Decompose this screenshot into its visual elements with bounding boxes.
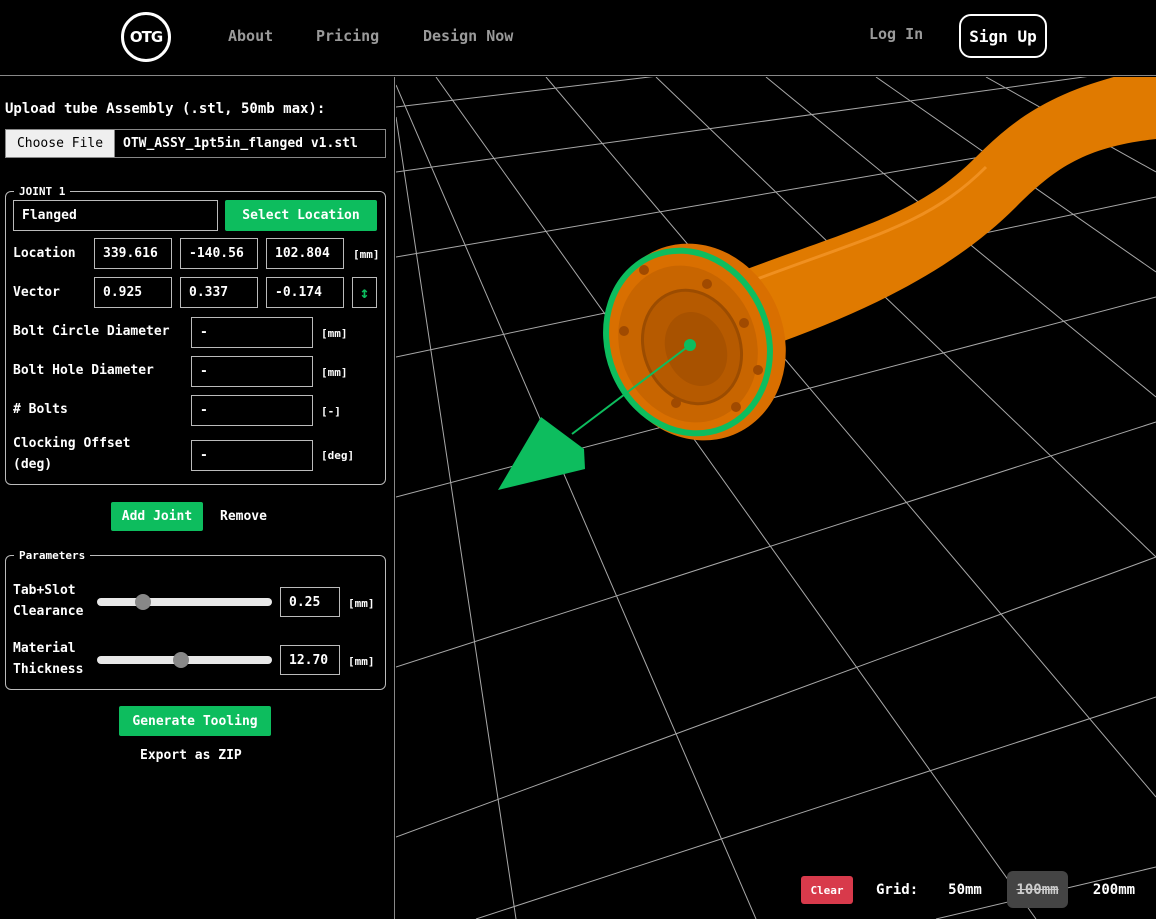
clearance-input[interactable]: 0.25 <box>280 587 340 617</box>
clearance-unit: [mm] <box>348 597 375 610</box>
location-unit: [mm] <box>353 248 380 261</box>
joint-type-select[interactable]: Flanged <box>13 200 218 231</box>
bolt-hole-label: Bolt Hole Diameter <box>13 363 154 378</box>
vector-y-input[interactable]: 0.337 <box>180 277 258 308</box>
clearance-slider[interactable] <box>97 594 272 610</box>
file-name: OTW_ASSY_1pt5in_flanged v1.stl <box>123 136 358 151</box>
grid-option-100mm[interactable]: 100mm <box>1007 871 1068 908</box>
location-label: Location <box>13 246 76 261</box>
upload-label: Upload tube Assembly (.stl, 50mb max): <box>5 101 326 117</box>
clearance-label: Tab+Slot <box>13 583 76 598</box>
clearance-label-2: Clearance <box>13 604 84 619</box>
thickness-label: Material <box>13 641 76 656</box>
parameters-legend: Parameters <box>19 549 86 562</box>
thickness-label-2: Thickness <box>13 662 84 677</box>
up-down-arrow-icon[interactable]: ↕ <box>352 277 377 308</box>
otg-logo[interactable]: OTG <box>121 12 171 62</box>
top-nav-bar: OTG About Pricing Design Now Log In Sign… <box>0 0 1156 76</box>
export-zip-link[interactable]: Export as ZIP <box>140 748 242 763</box>
clear-button[interactable]: Clear <box>801 876 853 904</box>
tube-model[interactable] <box>577 77 1156 468</box>
bolt-hole-unit: [mm] <box>321 366 348 379</box>
bolt-hole-input[interactable]: - <box>191 356 313 387</box>
nav-design-now[interactable]: Design Now <box>423 27 513 45</box>
grid-lines <box>396 77 1156 919</box>
bolts-unit: [-] <box>321 405 341 418</box>
vector-label: Vector <box>13 285 60 300</box>
grid-label: Grid: <box>876 882 919 898</box>
clocking-label: Clocking Offset <box>13 436 131 451</box>
add-joint-button[interactable]: Add Joint <box>111 502 203 531</box>
signup-button[interactable]: Sign Up <box>959 14 1047 58</box>
nav-about[interactable]: About <box>228 27 273 45</box>
thickness-input[interactable]: 12.70 <box>280 645 340 675</box>
bolts-label: # Bolts <box>13 402 68 417</box>
sidebar-panel: Upload tube Assembly (.stl, 50mb max): C… <box>0 77 395 919</box>
clocking-label-unit: (deg) <box>13 457 53 472</box>
clocking-unit: [deg] <box>321 449 355 462</box>
thickness-unit: [mm] <box>348 655 375 668</box>
bolt-circle-unit: [mm] <box>321 327 348 340</box>
scene-canvas[interactable] <box>396 77 1156 919</box>
bolt-circle-input[interactable]: - <box>191 317 313 348</box>
clocking-input[interactable]: - <box>191 440 313 471</box>
file-input[interactable]: Choose File OTW_ASSY_1pt5in_flanged v1.s… <box>5 129 386 158</box>
location-z-input[interactable]: 102.804 <box>266 238 344 269</box>
joint-legend: JOINT 1 <box>19 185 66 198</box>
3d-viewport[interactable]: Clear Grid: 50mm 100mm 200mm <box>396 77 1156 919</box>
thickness-slider[interactable] <box>97 652 272 668</box>
login-link[interactable]: Log In <box>869 25 923 43</box>
bolt-circle-label: Bolt Circle Diameter <box>13 324 170 339</box>
bolts-input[interactable]: - <box>191 395 313 426</box>
thickness-slider-thumb[interactable] <box>173 652 189 668</box>
location-x-input[interactable]: 339.616 <box>94 238 172 269</box>
select-location-button[interactable]: Select Location <box>225 200 377 231</box>
nav-pricing[interactable]: Pricing <box>316 27 379 45</box>
grid-option-50mm[interactable]: 50mm <box>940 871 990 908</box>
clearance-slider-thumb[interactable] <box>135 594 151 610</box>
location-y-input[interactable]: -140.56 <box>180 238 258 269</box>
grid-option-200mm[interactable]: 200mm <box>1086 871 1142 908</box>
vector-x-input[interactable]: 0.925 <box>94 277 172 308</box>
vector-z-input[interactable]: -0.174 <box>266 277 344 308</box>
remove-joint-button[interactable]: Remove <box>220 509 267 524</box>
choose-file-button[interactable]: Choose File <box>6 130 115 157</box>
generate-tooling-button[interactable]: Generate Tooling <box>119 706 271 736</box>
